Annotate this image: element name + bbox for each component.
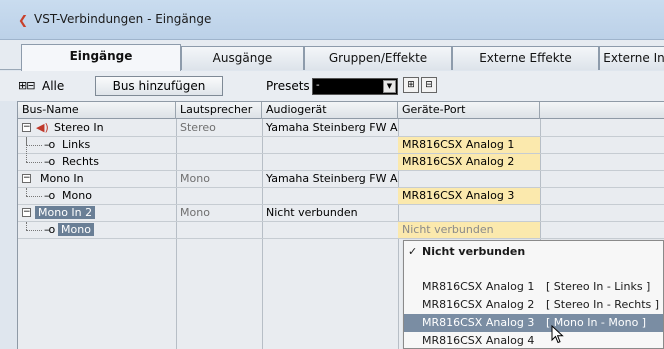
device-port[interactable]: MR816CSX Analog 1 — [398, 137, 540, 153]
menu-item-port-label: MR816CSX Analog 3 — [422, 316, 535, 329]
channel-connector-icon: –o — [44, 138, 55, 151]
menu-item-not-connected[interactable]: ✓ Nicht verbunden — [404, 243, 663, 261]
speaker-config: Stereo — [180, 121, 216, 134]
menu-item-port-label: MR816CSX Analog 2 — [422, 298, 535, 311]
presets-dropdown[interactable]: - ▼ — [312, 78, 398, 95]
table-row[interactable]: − Mono In 2 Mono Nicht verbunden — [18, 205, 664, 222]
tree-line — [26, 188, 27, 196]
table-row[interactable]: –o Rechts MR816CSX Analog 2 — [18, 137, 664, 171]
tab-outputs[interactable]: Ausgänge — [181, 46, 304, 70]
checkmark-icon: ✓ — [408, 245, 418, 258]
tab-external-effects[interactable]: Externe Effekte — [452, 46, 599, 70]
audio-device[interactable]: Yamaha Steinberg FW AS — [262, 171, 398, 187]
speaker-config: Mono — [180, 172, 210, 185]
port-dropdown-menu: ✓ Nicht verbunden MR816CSX Analog 1 [ St… — [403, 240, 664, 349]
tree-line — [26, 196, 42, 197]
channel-name: Mono — [58, 223, 94, 236]
tab-inputs[interactable]: Eingänge — [21, 44, 181, 71]
menu-item-port[interactable]: MR816CSX Analog 3 [ Mono In - Mono ] — [404, 314, 663, 332]
table-row[interactable]: –o Links MR816CSX Analog 1 — [18, 137, 664, 154]
device-port[interactable]: MR816CSX Analog 2 — [398, 154, 540, 170]
bus-name[interactable]: Mono In — [36, 171, 174, 187]
channel-connector-icon: –o — [44, 223, 55, 236]
collapse-icon[interactable]: − — [22, 123, 31, 132]
column-speaker[interactable]: Lautsprecher — [176, 102, 262, 119]
device-port[interactable]: MR816CSX Analog 3 — [398, 188, 540, 204]
presets-value: - — [316, 80, 320, 91]
collapse-icon[interactable]: − — [22, 208, 31, 217]
window-title: VST-Verbindungen - Eingänge — [34, 12, 212, 26]
channel-connector-icon: –o — [44, 189, 55, 202]
menu-item-label: Nicht verbunden — [422, 245, 526, 258]
cubase-logo-icon: ❮ — [18, 13, 29, 27]
column-device[interactable]: Audiogerät — [262, 102, 398, 119]
bus-name-cell[interactable]: Mono In 2 — [33, 205, 174, 221]
table-row[interactable]: –o Mono MR816CSX Analog 3 — [18, 188, 664, 205]
tab-external-instruments[interactable]: Externe In — [599, 46, 664, 70]
tab-bar: Eingänge Ausgänge Gruppen/Effekte Extern… — [0, 40, 664, 71]
audio-device[interactable]: Nicht verbunden — [262, 205, 398, 221]
add-bus-button[interactable]: Bus hinzufügen — [95, 76, 223, 96]
table-header: Bus-Name Lautsprecher Audiogerät Geräte-… — [18, 102, 664, 119]
tree-line — [26, 162, 42, 163]
channel-name: Rechts — [62, 155, 99, 168]
menu-item-assignment: [ Stereo In - Rechts ] — [546, 298, 660, 311]
tree-line — [26, 222, 27, 230]
menu-item-port[interactable]: MR816CSX Analog 4 — [404, 332, 663, 349]
all-label[interactable]: Alle — [42, 79, 64, 93]
collapse-icon[interactable]: − — [22, 174, 31, 183]
tab-groups-effects[interactable]: Gruppen/Effekte — [304, 46, 452, 70]
channel-name: Mono — [62, 189, 92, 202]
vst-connections-window: ❮ VST-Verbindungen - Eingänge Eingänge A… — [0, 0, 664, 349]
chevron-down-icon: ▼ — [383, 80, 396, 93]
table-row[interactable]: − ◀) Stereo In Stereo Yamaha Steinberg F… — [18, 120, 664, 137]
column-bus-name[interactable]: Bus-Name — [18, 102, 176, 119]
speaker-config: Mono — [180, 206, 210, 219]
menu-item-port-label: MR816CSX Analog 1 — [422, 280, 535, 293]
channel-connector-icon: –o — [44, 155, 55, 168]
tree-line — [26, 137, 27, 162]
menu-item-assignment: [ Stereo In - Links ] — [546, 280, 651, 293]
title-bar: ❮ VST-Verbindungen - Eingänge — [0, 0, 664, 40]
channel-name: Links — [62, 138, 91, 151]
bus-name[interactable]: Mono In 2 — [35, 206, 96, 219]
tree-line — [26, 145, 42, 146]
menu-item-port-label: MR816CSX Analog 4 — [422, 334, 535, 347]
tree-line — [26, 230, 42, 231]
expand-collapse-all-icon[interactable]: ⊞⊟ — [18, 79, 35, 92]
toolbar: ⊞⊟ Alle Bus hinzufügen Presets - ▼ ⊞ ⊟ — [0, 71, 664, 101]
presets-label: Presets — [266, 79, 310, 93]
table-row[interactable]: − Mono In Mono Yamaha Steinberg FW AS — [18, 171, 664, 188]
bus-name[interactable]: Stereo In — [50, 120, 174, 136]
speaker-icon: ◀) — [36, 121, 49, 134]
remove-preset-icon[interactable]: ⊟ — [421, 77, 437, 93]
column-device-port[interactable]: Geräte-Port — [398, 102, 540, 119]
mouse-pointer-icon — [551, 325, 564, 344]
menu-item-port[interactable]: MR816CSX Analog 1 [ Stereo In - Links ] — [404, 278, 663, 296]
device-port[interactable]: Nicht verbunden — [398, 222, 540, 238]
audio-device[interactable]: Yamaha Steinberg FW AS — [262, 120, 398, 136]
store-preset-icon[interactable]: ⊞ — [403, 77, 419, 93]
menu-item-port[interactable]: MR816CSX Analog 2 [ Stereo In - Rechts ] — [404, 296, 663, 314]
channel-name-cell: Mono — [56, 222, 174, 238]
table-row[interactable]: –o Mono Nicht verbunden — [18, 222, 664, 239]
